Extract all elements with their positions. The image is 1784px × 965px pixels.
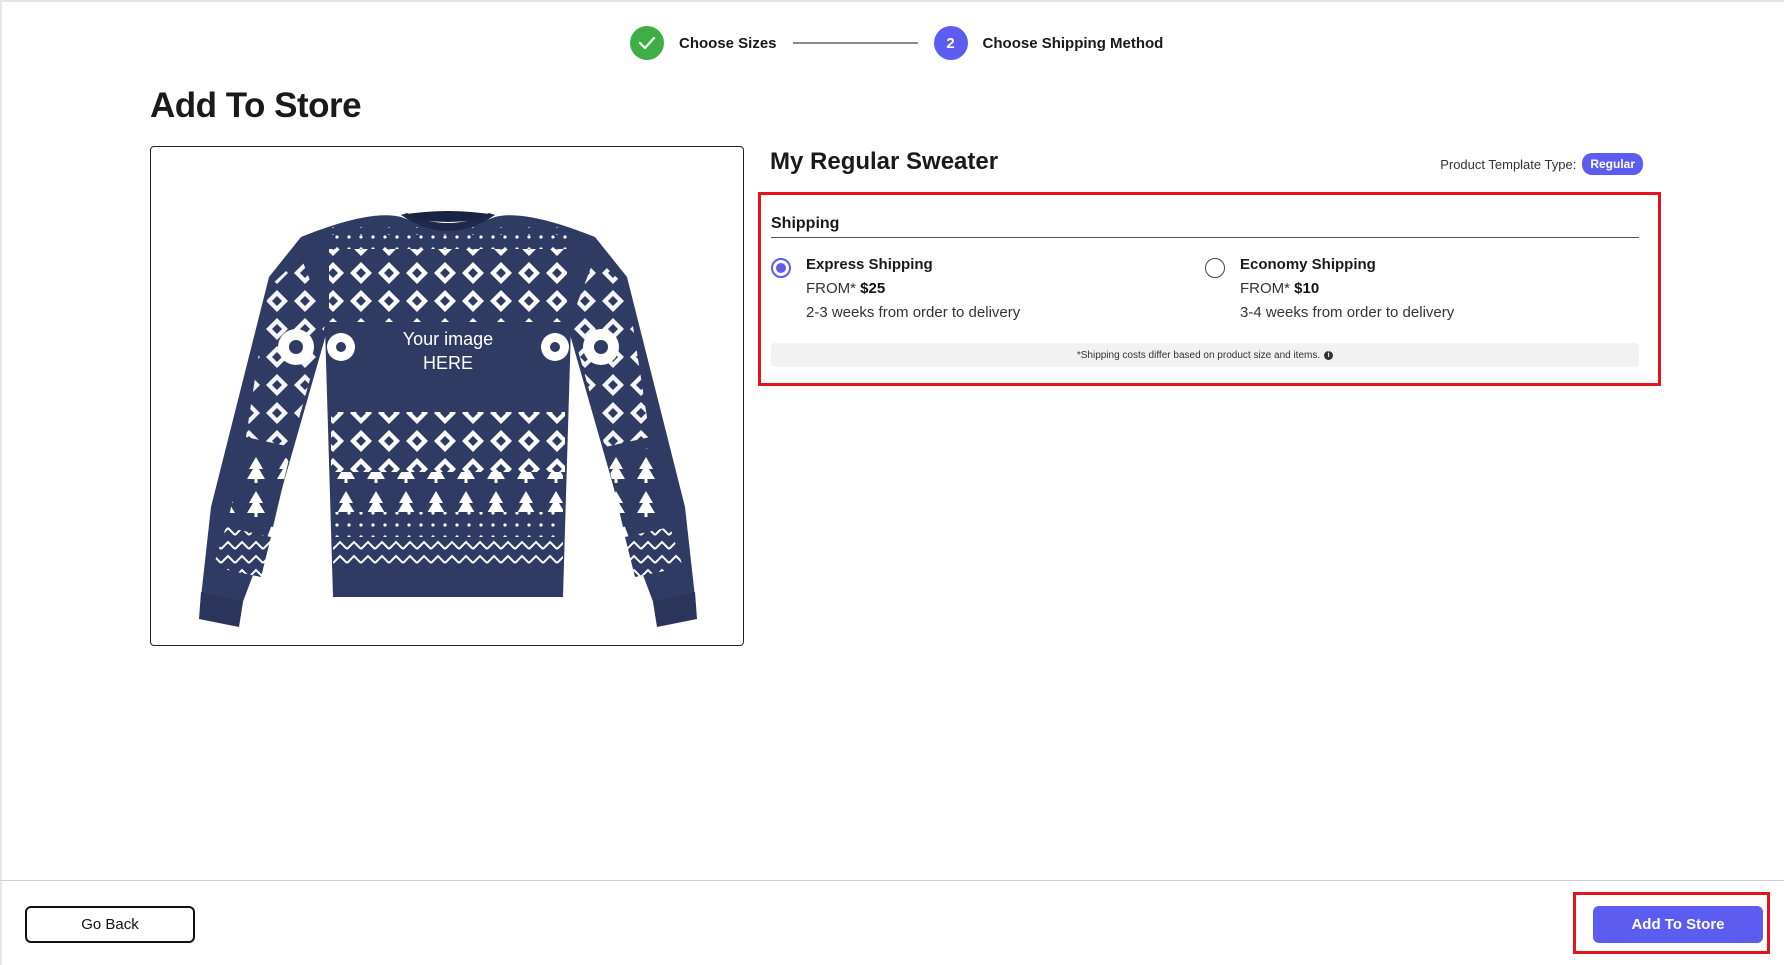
sweater-image: Your image HERE <box>199 211 697 627</box>
shipping-section: Shipping Express Shipping FROM* $25 2-3 … <box>758 192 1661 386</box>
economy-shipping-radio[interactable] <box>1205 258 1225 278</box>
add-to-store-button[interactable]: Add To Store <box>1593 906 1763 943</box>
express-shipping-radio[interactable] <box>771 258 791 278</box>
express-shipping-eta: 2-3 weeks from order to delivery <box>806 304 1021 321</box>
go-back-button[interactable]: Go Back <box>25 906 195 943</box>
product-name: My Regular Sweater <box>770 148 999 175</box>
step-2-label: Choose Shipping Method <box>982 34 1164 52</box>
shipping-heading: Shipping <box>771 215 840 232</box>
page-title: Add To Store <box>150 86 362 125</box>
step-connector <box>792 42 918 44</box>
left-edge <box>0 0 2 965</box>
progress-stepper: Choose Sizes 2 Choose Shipping Method <box>630 25 1163 61</box>
economy-shipping-option[interactable]: Economy Shipping FROM* $10 3-4 weeks fro… <box>1205 255 1454 323</box>
economy-from-label: FROM* <box>1240 280 1290 297</box>
economy-shipping-eta: 3-4 weeks from order to delivery <box>1240 304 1455 321</box>
footer-divider <box>0 880 1784 881</box>
shipping-divider <box>771 237 1639 238</box>
image-placeholder-line1: Your image <box>403 329 493 349</box>
express-from-label: FROM* <box>806 280 856 297</box>
express-shipping-option[interactable]: Express Shipping FROM* $25 2-3 weeks fro… <box>771 255 1020 323</box>
shipping-note: *Shipping costs differ based on product … <box>771 343 1639 367</box>
template-type: Product Template Type: Regular <box>1440 153 1643 175</box>
express-price: $25 <box>860 280 886 297</box>
express-shipping-name: Express Shipping <box>806 256 933 273</box>
step-1-label: Choose Sizes <box>679 34 777 52</box>
economy-shipping-name: Economy Shipping <box>1240 256 1376 273</box>
shipping-note-text: *Shipping costs differ based on product … <box>1076 349 1321 361</box>
express-shipping-price-line: FROM* $25 <box>806 279 1020 299</box>
top-divider <box>0 0 1784 2</box>
template-type-label: Product Template Type: <box>1440 156 1577 172</box>
step-1-complete-icon <box>630 26 664 60</box>
template-type-badge: Regular <box>1582 153 1643 175</box>
checkmark-icon <box>638 36 656 50</box>
economy-shipping-price-line: FROM* $10 <box>1240 279 1454 299</box>
info-icon[interactable]: i <box>1324 350 1334 360</box>
image-placeholder-line2: HERE <box>423 353 473 373</box>
product-image-frame: Your image HERE <box>150 146 744 646</box>
economy-price: $10 <box>1294 280 1320 297</box>
step-2-number: 2 <box>933 26 968 60</box>
